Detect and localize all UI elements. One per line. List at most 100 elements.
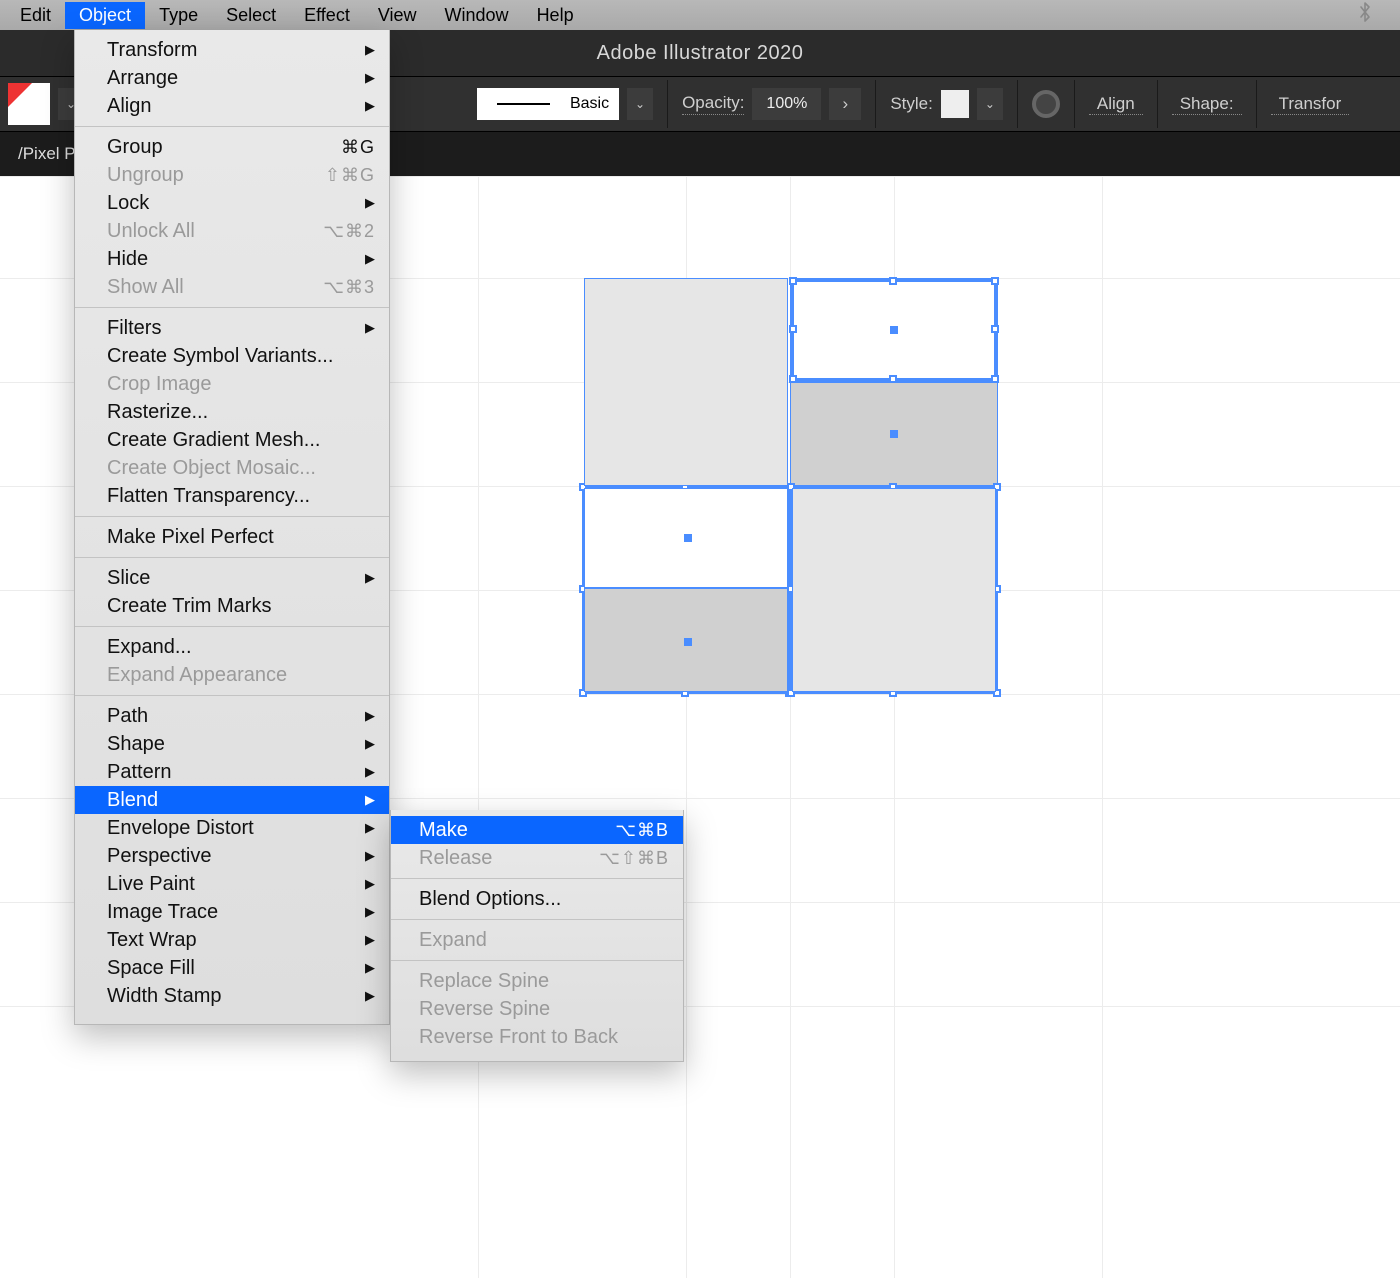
graphic-style-swatch[interactable] [941, 90, 969, 118]
menu-item-label: Make [419, 819, 468, 842]
object-menu-item-hide[interactable]: Hide ▶ [75, 245, 389, 273]
menu-item-shortcut: ⇧⌘G [325, 165, 375, 186]
menu-item-label: Create Symbol Variants... [107, 345, 333, 368]
artwork-rect-right-big[interactable] [792, 488, 996, 692]
menu-window[interactable]: Window [431, 2, 523, 29]
submenu-arrow-icon: ▶ [365, 570, 375, 586]
object-menu-item-make-pixel-perfect[interactable]: Make Pixel Perfect [75, 523, 389, 551]
submenu-arrow-icon: ▶ [365, 932, 375, 948]
menu-item-label: Expand... [107, 636, 192, 659]
menu-effect[interactable]: Effect [290, 2, 364, 29]
submenu-arrow-icon: ▶ [365, 848, 375, 864]
blend-menu-item-expand: Expand [391, 926, 683, 954]
menu-item-label: Blend [107, 789, 158, 812]
recolor-icon[interactable] [1032, 90, 1060, 118]
menu-item-label: Ungroup [107, 164, 184, 187]
blend-menu-item-make[interactable]: Make ⌥⌘B [391, 816, 683, 844]
object-menu-item-create-trim-marks[interactable]: Create Trim Marks [75, 592, 389, 620]
submenu-arrow-icon: ▶ [365, 736, 375, 752]
object-menu-item-pattern[interactable]: Pattern ▶ [75, 758, 389, 786]
object-menu-item-perspective[interactable]: Perspective ▶ [75, 842, 389, 870]
submenu-arrow-icon: ▶ [365, 904, 375, 920]
blend-menu-item-release: Release⌥⇧⌘B [391, 844, 683, 872]
menu-item-label: Crop Image [107, 373, 212, 396]
object-menu-item-arrange[interactable]: Arrange▶ [75, 64, 389, 92]
menu-item-label: Filters [107, 317, 161, 340]
anchor-point[interactable] [890, 430, 898, 438]
object-menu-item-shape[interactable]: Shape▶ [75, 730, 389, 758]
object-menu-item-flatten-transparency[interactable]: Flatten Transparency... [75, 482, 389, 510]
opacity-step-icon[interactable]: › [829, 88, 861, 120]
submenu-arrow-icon: ▶ [365, 960, 375, 976]
object-menu-item-create-gradient-mesh[interactable]: Create Gradient Mesh... [75, 426, 389, 454]
object-menu-item-group[interactable]: Group⌘G [75, 133, 389, 161]
object-menu-item-slice[interactable]: Slice▶ [75, 564, 389, 592]
menu-type[interactable]: Type [145, 2, 212, 29]
object-menu-item-expand-appearance: Expand Appearance [75, 661, 389, 689]
stroke-style-value: Basic [570, 95, 609, 113]
object-menu-item-filters[interactable]: Filters ▶ [75, 314, 389, 342]
menu-item-label: Unlock All [107, 220, 195, 243]
menu-item-shortcut: ⌥⌘B [615, 820, 669, 841]
menu-item-label: Reverse Spine [419, 998, 550, 1021]
menu-help[interactable]: Help [523, 2, 588, 29]
opacity-label: Opacity: [682, 93, 744, 115]
object-menu-item-text-wrap[interactable]: Text Wrap▶ [75, 926, 389, 954]
object-menu-item-image-trace[interactable]: Image Trace ▶ [75, 898, 389, 926]
object-menu-item-path[interactable]: Path▶ [75, 702, 389, 730]
artwork-rect-left-top[interactable] [584, 278, 788, 486]
align-panel-button[interactable]: Align [1089, 94, 1143, 115]
object-menu-item-crop-image: Crop Image [75, 370, 389, 398]
object-menu-item-create-symbol-variants[interactable]: Create Symbol Variants... [75, 342, 389, 370]
object-menu-item-width-stamp[interactable]: Width Stamp▶ [75, 982, 389, 1010]
fill-swatch[interactable] [8, 83, 50, 125]
menu-item-shortcut: ⌥⌘2 [323, 221, 375, 242]
object-menu-item-lock[interactable]: Lock▶ [75, 189, 389, 217]
blend-menu-item-reverse-front-to-back: Reverse Front to Back [391, 1023, 683, 1051]
opacity-value[interactable]: 100% [752, 88, 821, 120]
object-menu-item-align[interactable]: Align▶ [75, 92, 389, 120]
submenu-arrow-icon: ▶ [365, 320, 375, 336]
anchor-point[interactable] [890, 326, 898, 334]
object-menu-dropdown: Transform▶Arrange▶Align▶ Group⌘G Ungroup ⇧⌘… [74, 30, 390, 1025]
shape-panel-button[interactable]: Shape: [1172, 94, 1242, 115]
menu-item-label: Blend Options... [419, 888, 561, 911]
menu-item-label: Create Gradient Mesh... [107, 429, 320, 452]
menu-object[interactable]: Object [65, 2, 145, 29]
bluetooth-icon[interactable] [1358, 1, 1372, 29]
object-menu-item-expand[interactable]: Expand... [75, 633, 389, 661]
menu-item-label: Image Trace [107, 901, 218, 924]
submenu-arrow-icon: ▶ [365, 820, 375, 836]
object-menu-item-envelope-distort[interactable]: Envelope Distort ▶ [75, 814, 389, 842]
submenu-arrow-icon: ▶ [365, 708, 375, 724]
anchor-point[interactable] [684, 638, 692, 646]
blend-menu-item-blend-options[interactable]: Blend Options... [391, 885, 683, 913]
menu-item-label: Create Object Mosaic... [107, 457, 316, 480]
object-menu-item-space-fill[interactable]: Space Fill▶ [75, 954, 389, 982]
object-menu-item-blend[interactable]: Blend ▶ [75, 786, 389, 814]
menu-item-label: Envelope Distort [107, 817, 254, 840]
menu-item-label: Reverse Front to Back [419, 1026, 618, 1049]
submenu-arrow-icon: ▶ [365, 251, 375, 267]
submenu-arrow-icon: ▶ [365, 764, 375, 780]
menu-item-label: Flatten Transparency... [107, 485, 310, 508]
object-menu-item-live-paint[interactable]: Live Paint▶ [75, 870, 389, 898]
transform-panel-button[interactable]: Transfor [1271, 94, 1350, 115]
menu-item-label: Replace Spine [419, 970, 549, 993]
menu-item-shortcut: ⌥⇧⌘B [599, 848, 669, 869]
menu-bar: Edit Object Type Select Effect View Wind… [0, 0, 1400, 30]
style-dropdown-icon[interactable]: ⌄ [977, 88, 1003, 120]
object-menu-item-rasterize[interactable]: Rasterize... [75, 398, 389, 426]
menu-view[interactable]: View [364, 2, 431, 29]
menu-item-label: Perspective [107, 845, 212, 868]
submenu-arrow-icon: ▶ [365, 195, 375, 211]
menu-select[interactable]: Select [212, 2, 290, 29]
submenu-arrow-icon: ▶ [365, 792, 375, 808]
anchor-point[interactable] [684, 534, 692, 542]
menu-item-label: Pattern [107, 761, 171, 784]
menu-edit[interactable]: Edit [6, 2, 65, 29]
menu-item-label: Hide [107, 248, 148, 271]
stroke-style-dropdown-icon[interactable]: ⌄ [627, 88, 653, 120]
object-menu-item-transform[interactable]: Transform▶ [75, 36, 389, 64]
stroke-style-select[interactable]: Basic [477, 88, 619, 120]
